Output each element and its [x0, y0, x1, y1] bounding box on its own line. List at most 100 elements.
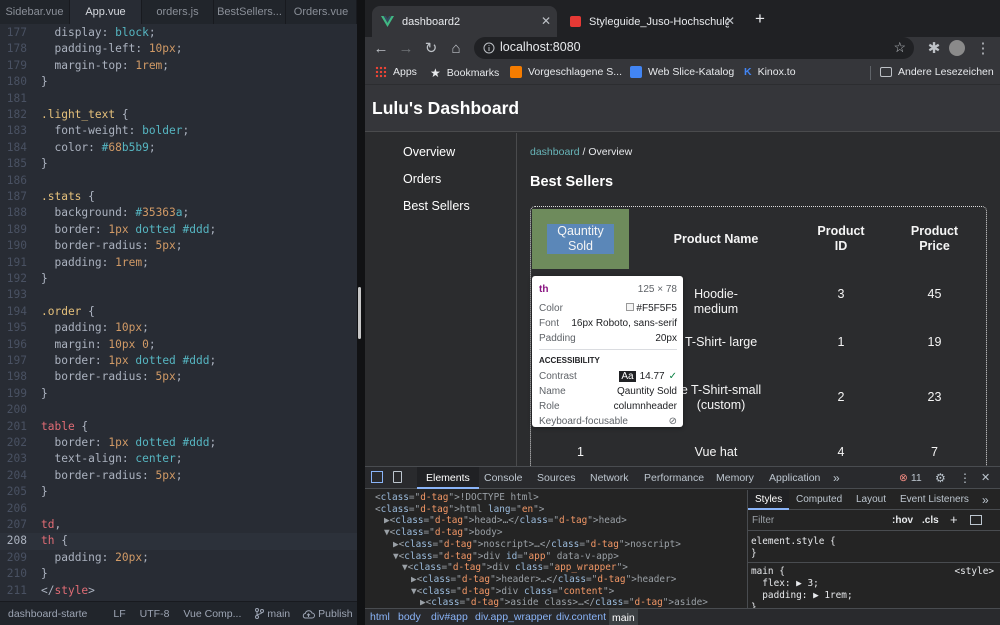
code-line[interactable]: 188 background: #35363a; — [0, 205, 357, 221]
dom-node[interactable]: ▶<class="d-tag">aside class>…</class="d-… — [420, 597, 708, 608]
devtools-tab-elements[interactable]: Elements — [417, 467, 479, 489]
back-arrow-icon[interactable]: ← — [371, 39, 391, 59]
bookmark-star-icon[interactable]: ☆ — [893, 39, 906, 56]
close-tab-icon[interactable]: ✕ — [541, 14, 551, 28]
code-line[interactable]: 178 padding-left: 10px; — [0, 41, 357, 57]
close-devtools-icon[interactable]: ✕ — [981, 467, 990, 489]
code-line[interactable]: 203 text-align: center; — [0, 451, 357, 467]
crumb-html[interactable]: html — [370, 611, 390, 623]
code-line[interactable]: 186 — [0, 173, 357, 189]
code-line[interactable]: 182 .light_text { — [0, 107, 357, 123]
editor-tab-orders-js[interactable]: orders.js — [142, 0, 214, 24]
code-line[interactable]: 209 padding: 20px; — [0, 550, 357, 566]
crumb-app-wrapper[interactable]: div.app_wrapper — [475, 611, 552, 623]
nav-overview[interactable]: Overview — [403, 145, 455, 159]
styles-filter-input[interactable]: Filter — [752, 515, 774, 526]
profile-avatar[interactable] — [949, 40, 965, 56]
rule-source[interactable]: <style> — [954, 566, 994, 577]
code-line[interactable]: 205} — [0, 484, 357, 500]
crumb-div-app[interactable]: div#app — [431, 611, 468, 623]
browser-tab-dashboard2[interactable]: dashboard2 ✕ — [372, 6, 557, 37]
file-encoding[interactable]: UTF-8 — [140, 608, 170, 620]
dom-node[interactable]: ▼<class="d-tag">div class="content"> — [411, 586, 614, 598]
element-style-rule[interactable]: element.style { } — [751, 536, 991, 560]
dom-node[interactable]: ▼<class="d-tag">div id="app" data-v-app> — [393, 551, 619, 563]
devtools-tab-network[interactable]: Network — [590, 467, 629, 489]
devtools-tab-performance[interactable]: Performance — [644, 467, 704, 489]
settings-gear-icon[interactable]: ⚙ — [935, 467, 946, 489]
publish-button[interactable]: Publish — [302, 608, 353, 620]
code-line[interactable]: 179 margin-top: 1rem; — [0, 58, 357, 74]
devtools-tab-memory[interactable]: Memory — [716, 467, 754, 489]
styles-tab-computed[interactable]: Computed — [796, 490, 842, 510]
code-line[interactable]: 198 border-radius: 5px; — [0, 369, 357, 385]
code-line[interactable]: 181 — [0, 91, 357, 107]
toggle-sidebar-icon[interactable] — [970, 515, 982, 525]
code-line[interactable]: 185} — [0, 156, 357, 172]
close-tab-icon[interactable]: ✕ — [725, 14, 735, 28]
bookmark-bookmarks[interactable]: ★ Bookmarks — [430, 66, 499, 80]
styles-more-button[interactable]: » — [982, 490, 989, 510]
dom-node[interactable]: <class="d-tag">html lang="en"> — [375, 504, 544, 516]
nav-best-sellers[interactable]: Best Sellers — [403, 199, 470, 213]
forward-arrow-icon[interactable]: → — [396, 39, 416, 59]
crumb-main[interactable]: main — [609, 609, 638, 625]
dom-node[interactable]: ▶<class="d-tag">noscript>…</class="d-tag… — [393, 539, 681, 551]
code-line[interactable]: 208 th { — [0, 533, 357, 550]
crumb-body[interactable]: body — [398, 611, 421, 623]
code-line[interactable]: 206 — [0, 501, 357, 517]
grammar-selector[interactable]: Vue Comp... — [183, 608, 241, 620]
styles-tab-event-listeners[interactable]: Event Listeners — [900, 490, 969, 510]
dom-node[interactable]: <class="d-tag">!DOCTYPE html> — [375, 492, 539, 504]
devtools-tab-console[interactable]: Console — [484, 467, 523, 489]
bookmark-other[interactable]: Andere Lesezeichen — [880, 66, 994, 78]
code-line[interactable]: 180} — [0, 74, 357, 90]
address-bar[interactable]: localhost:8080 ☆ — [474, 37, 914, 59]
code-line[interactable]: 187 .stats { — [0, 189, 357, 205]
add-rule-icon[interactable]: + — [950, 512, 958, 527]
inspect-element-icon[interactable] — [371, 471, 383, 483]
code-line[interactable]: 210} — [0, 566, 357, 582]
code-line[interactable]: 192} — [0, 271, 357, 287]
hover-state-toggle[interactable]: :hov — [892, 515, 913, 526]
home-icon[interactable]: ⌂ — [446, 39, 466, 59]
code-line[interactable]: 190 border-radius: 5px; — [0, 238, 357, 254]
code-line[interactable]: 194 .order { — [0, 304, 357, 320]
project-name[interactable]: dashboard-starte — [8, 608, 87, 620]
code-line[interactable]: 207 td, — [0, 517, 357, 533]
code-line[interactable]: 195 padding: 10px; — [0, 320, 357, 336]
code-line[interactable]: 193 — [0, 287, 357, 303]
code-line[interactable]: 211 </style> — [0, 583, 357, 599]
code-line[interactable]: 196 margin: 10px 0; — [0, 337, 357, 353]
code-area[interactable]: 177 display: block; 178 padding-left: 10p… — [0, 25, 357, 601]
bookmark-web-slice[interactable]: Web Slice-Katalog — [630, 66, 734, 78]
editor-tab-orders-vue[interactable]: Orders.vue — [286, 0, 357, 24]
reload-icon[interactable]: ↻ — [421, 39, 441, 59]
code-line[interactable]: 189 border: 1px dotted #ddd; — [0, 222, 357, 238]
browser-tab-styleguide[interactable]: Styleguide_Juso-Hochschulgr... ✕ — [561, 6, 741, 37]
dom-node[interactable]: ▼<class="d-tag">div class="app_wrapper"> — [402, 562, 628, 574]
bookmark-kinox[interactable]: K Kinox.to — [744, 66, 796, 78]
extensions-puzzle-icon[interactable]: ✱ — [924, 39, 944, 59]
dom-node[interactable]: ▶<class="d-tag">header>…</class="d-tag">… — [411, 574, 676, 586]
editor-tab-bestsellers[interactable]: BestSellers... — [214, 0, 286, 24]
breadcrumb-link[interactable]: dashboard — [530, 146, 580, 158]
device-toolbar-icon[interactable] — [393, 471, 402, 483]
dom-tree[interactable]: <class="d-tag">!DOCTYPE html> <class="d-t… — [365, 490, 746, 608]
more-tabs-button[interactable]: » — [833, 467, 840, 489]
code-line[interactable]: 199} — [0, 386, 357, 402]
code-line[interactable]: 183 font-weight: bolder; — [0, 123, 357, 139]
devtools-tab-sources[interactable]: Sources — [537, 467, 576, 489]
splitter-handle[interactable] — [358, 287, 361, 339]
code-line[interactable]: 201 table { — [0, 419, 357, 435]
code-line[interactable]: 191 padding: 1rem; — [0, 255, 357, 271]
code-line[interactable]: 204 border-radius: 5px; — [0, 468, 357, 484]
git-branch[interactable]: main — [255, 608, 290, 620]
code-line[interactable]: 197 border: 1px dotted #ddd; — [0, 353, 357, 369]
crumb-content[interactable]: div.content — [556, 611, 606, 623]
dom-node[interactable]: ▶<class="d-tag">head>…</class="d-tag">he… — [384, 515, 627, 527]
devtools-tab-application[interactable]: Application — [769, 467, 820, 489]
bookmark-vorgeschlagene[interactable]: Vorgeschlagene S... — [510, 66, 622, 78]
line-ending[interactable]: LF — [113, 608, 125, 620]
new-tab-button[interactable]: + — [755, 9, 765, 29]
